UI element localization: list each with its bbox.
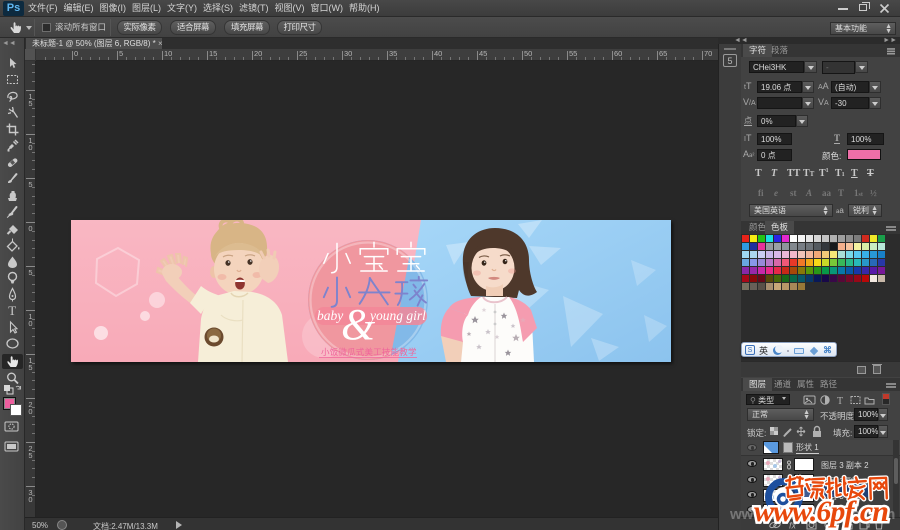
svg-text:baby: baby: [317, 308, 343, 323]
svg-text:fx: fx: [789, 521, 797, 530]
svg-text:young girl: young girl: [368, 308, 426, 323]
svg-text:T: T: [8, 303, 16, 318]
svg-text:T: T: [837, 396, 843, 406]
svg-text:&: &: [341, 300, 376, 349]
svg-text:小饭微瓜式美工技能教学: 小饭微瓜式美工技能教学: [321, 347, 417, 357]
